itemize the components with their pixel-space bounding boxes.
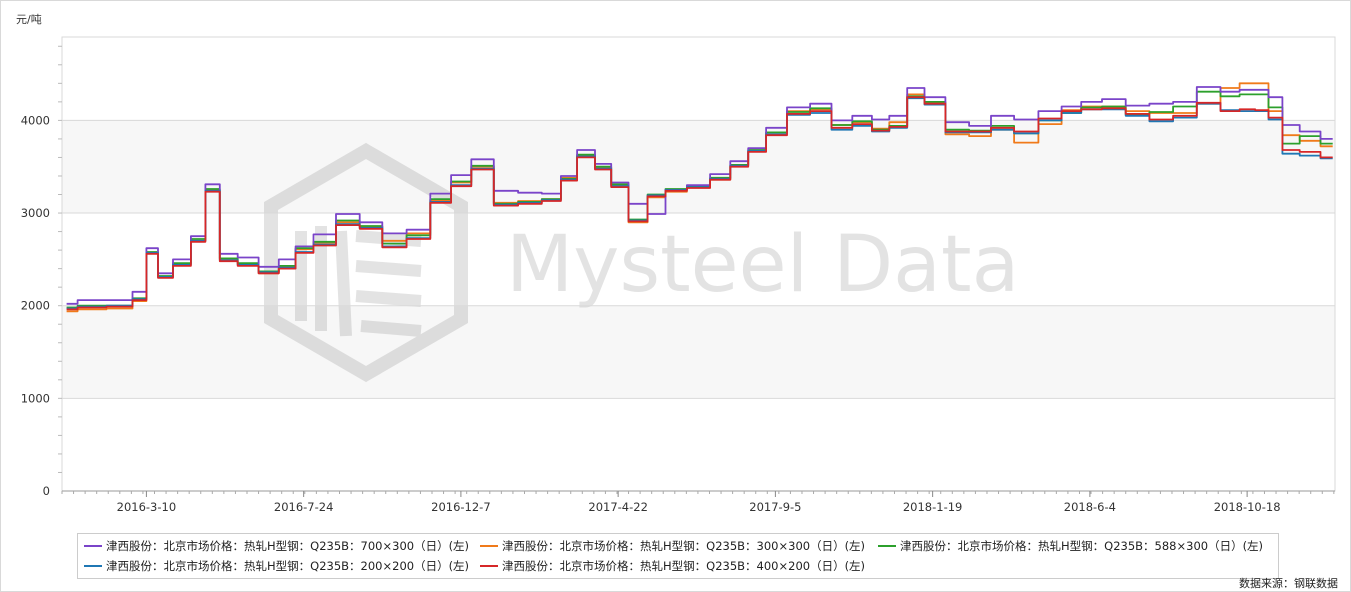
- x-tick-label: 2018-1-19: [903, 500, 963, 514]
- legend-swatch-700x300: [84, 544, 102, 547]
- y-tick-label: 0: [43, 484, 50, 498]
- x-tick-label: 2016-3-10: [117, 500, 177, 514]
- x-tick-label: 2018-6-4: [1064, 500, 1116, 514]
- data-source-label: 数据来源：钢联数据: [1239, 577, 1338, 590]
- y-tick-label: 3000: [21, 206, 50, 220]
- legend-label-400x200: 津西股份：北京市场价格：热轧H型钢：Q235B：400×200（日）(左): [502, 559, 866, 573]
- y-tick-label: 1000: [21, 391, 50, 405]
- y-tick-label: 2000: [21, 299, 50, 313]
- x-tick-label: 2017-4-22: [588, 500, 648, 514]
- legend-swatch-400x200: [480, 564, 498, 567]
- chart-frame: 元/吨 Mysteel Data 0 1000 2000 3000 4000 2016-…: [0, 0, 1351, 592]
- y-axis-tick-labels: 0 1000 2000 3000 4000: [21, 45, 62, 498]
- legend-label-700x300: 津西股份：北京市场价格：热轧H型钢：Q235B：700×300（日）(左): [106, 539, 470, 553]
- x-tick-label: 2016-7-24: [274, 500, 334, 514]
- legend-swatch-200x200: [84, 564, 102, 567]
- legend-swatch-300x300: [480, 544, 498, 547]
- legend-label-300x300: 津西股份：北京市场价格：热轧H型钢：Q235B：300×300（日）(左): [502, 539, 866, 553]
- x-tick-label: 2016-12-7: [431, 500, 491, 514]
- legend-swatch-588x300: [878, 544, 896, 547]
- x-axis: 2016-3-10 2016-7-24 2016-12-7 2017-4-22 2017…: [61, 490, 1335, 514]
- plot-band: [62, 120, 1335, 214]
- legend-item-400x200[interactable]: 津西股份：北京市场价格：热轧H型钢：Q235B：400×200（日）(左): [480, 558, 865, 574]
- plot-band: [62, 305, 1335, 399]
- legend: 津西股份：北京市场价格：热轧H型钢：Q235B：700×300（日）(左) 津西…: [77, 533, 1279, 579]
- x-tick-label: 2018-10-18: [1214, 500, 1281, 514]
- x-tick-label: 2017-9-5: [749, 500, 801, 514]
- legend-item-588x300[interactable]: 津西股份：北京市场价格：热轧H型钢：Q235B：588×300（日）(左): [878, 538, 1263, 554]
- y-tick-label: 4000: [21, 113, 50, 127]
- line-chart: Mysteel Data 0 1000 2000 3000 4000 2016-3-10…: [21, 36, 1336, 514]
- legend-label-200x200: 津西股份：北京市场价格：热轧H型钢：Q235B：200×200（日）(左): [106, 559, 470, 573]
- legend-item-200x200[interactable]: 津西股份：北京市场价格：热轧H型钢：Q235B：200×200（日）(左): [84, 558, 469, 574]
- legend-item-300x300[interactable]: 津西股份：北京市场价格：热轧H型钢：Q235B：300×300（日）(左): [480, 538, 865, 554]
- legend-item-700x300[interactable]: 津西股份：北京市场价格：热轧H型钢：Q235B：700×300（日）(左): [84, 538, 469, 554]
- watermark-text: Mysteel Data: [506, 220, 1019, 310]
- legend-label-588x300: 津西股份：北京市场价格：热轧H型钢：Q235B：588×300（日）(左): [900, 539, 1264, 553]
